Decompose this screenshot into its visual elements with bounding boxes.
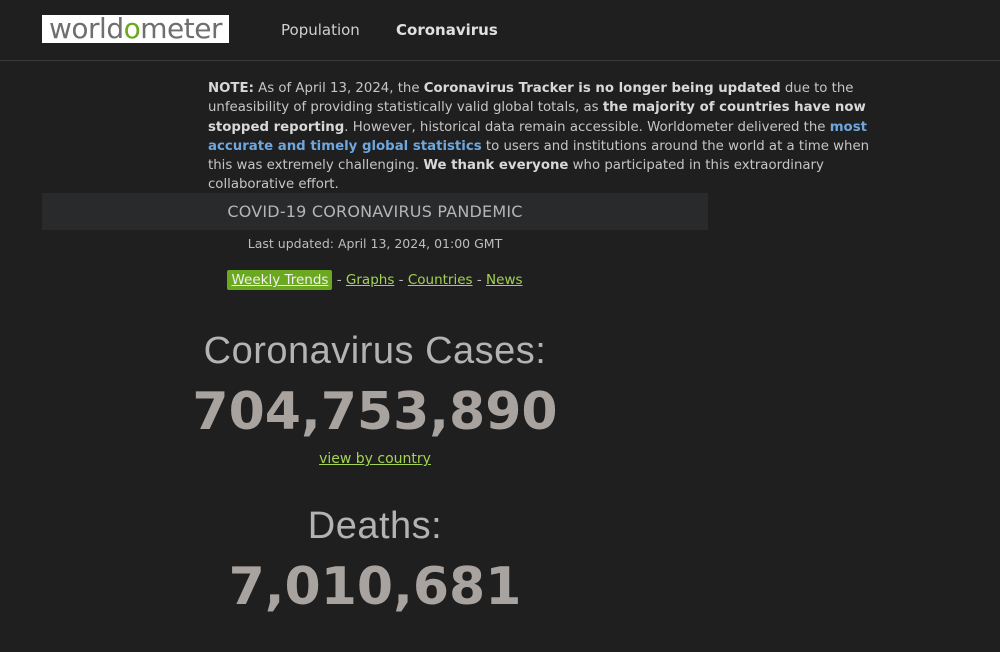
tab-graphs[interactable]: Graphs bbox=[346, 272, 394, 288]
note-bold-1: Coronavirus Tracker is no longer being u… bbox=[423, 81, 781, 96]
note-text-1: As of April 13, 2024, the bbox=[253, 81, 424, 96]
tab-separator: - bbox=[394, 272, 408, 288]
deaths-count: 7,010,681 bbox=[228, 557, 522, 617]
tab-separator: - bbox=[332, 272, 346, 288]
tab-news[interactable]: News bbox=[486, 272, 522, 288]
note-bold-3: We thank everyone bbox=[423, 158, 569, 174]
cases-count: 704,753,890 bbox=[192, 382, 558, 442]
tab-separator: - bbox=[472, 272, 487, 288]
tracker-note: NOTE: As of April 13, 2024, the Coronavi… bbox=[208, 79, 888, 195]
view-by-country-wrapper: view by country bbox=[42, 451, 708, 467]
deaths-label: Deaths: bbox=[307, 505, 443, 547]
tab-weekly-trends[interactable]: Weekly Trends bbox=[227, 270, 333, 290]
section-tabs: Weekly Trends - Graphs - Countries - New… bbox=[42, 270, 708, 290]
worldometer-logo[interactable]: worldometer bbox=[42, 15, 229, 43]
banner-title: COVID-19 CORONAVIRUS PANDEMIC bbox=[227, 202, 523, 221]
cases-label: Coronavirus Cases: bbox=[203, 330, 547, 372]
note-prefix: NOTE: bbox=[208, 81, 254, 96]
note-text-3: . However, historical data remain access… bbox=[344, 119, 830, 135]
tab-countries[interactable]: Countries bbox=[408, 272, 473, 288]
nav-population[interactable]: Population bbox=[281, 21, 360, 39]
nav-coronavirus[interactable]: Coronavirus bbox=[396, 21, 498, 39]
view-by-country-link[interactable]: view by country bbox=[319, 451, 431, 467]
last-updated: Last updated: April 13, 2024, 01:00 GMT bbox=[247, 236, 503, 251]
top-navbar: worldometer Population Coronavirus bbox=[0, 0, 1000, 61]
